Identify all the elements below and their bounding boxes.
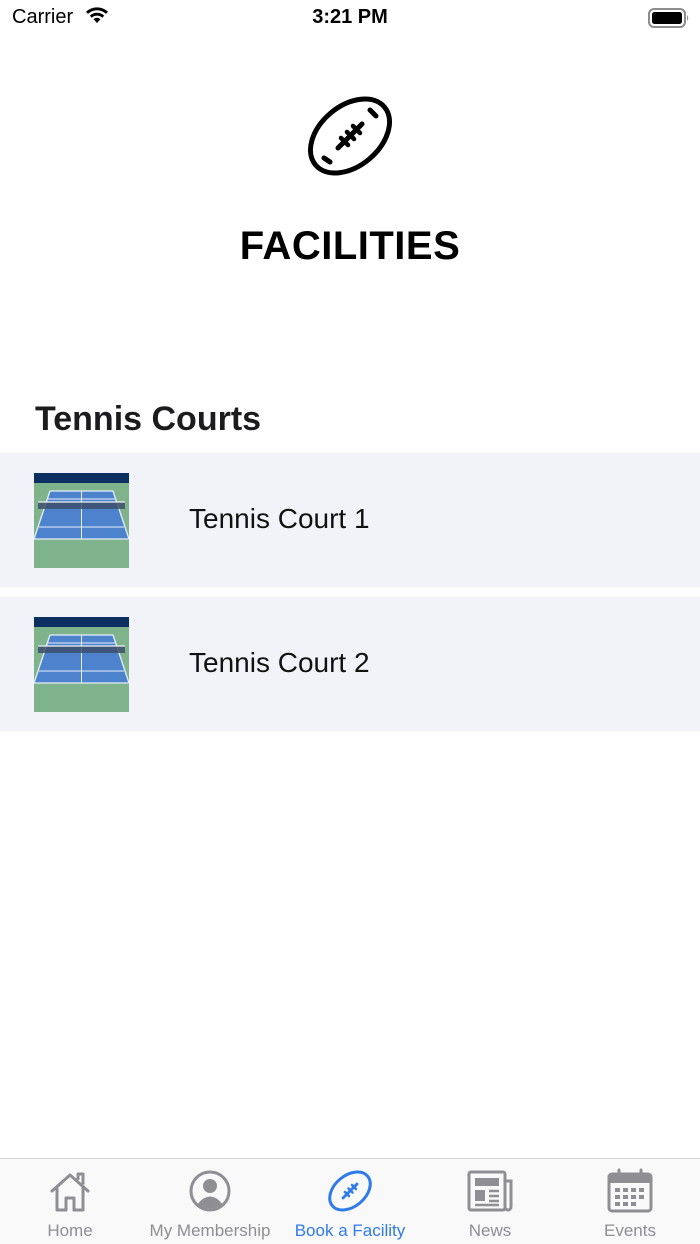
newspaper-icon — [467, 1170, 513, 1212]
page-title: FACILITIES — [239, 224, 461, 268]
tab-my-membership[interactable]: My Membership — [140, 1159, 280, 1244]
tab-label: News — [468, 1221, 512, 1240]
facility-name: Tennis Court 1 — [189, 503, 370, 534]
home-icon — [50, 1172, 90, 1212]
tab-events[interactable]: Events — [560, 1159, 700, 1244]
facility-list: Tennis Court 1 Tennis Court 2 — [0, 453, 700, 741]
football-icon — [308, 96, 392, 176]
battery-icon — [648, 8, 689, 28]
facility-row-tennis-court-1[interactable]: Tennis Court 1 — [0, 453, 700, 587]
calendar-icon — [607, 1168, 653, 1213]
tennis-court-thumbnail — [34, 617, 129, 712]
clock: 3:21 PM — [312, 6, 388, 28]
status-bar: Carrier 3:21 PM — [0, 0, 700, 40]
tab-label: Book a Facility — [294, 1221, 406, 1240]
tab-label: Home — [47, 1221, 93, 1240]
tennis-court-thumbnail — [34, 473, 129, 568]
facility-name: Tennis Court 2 — [189, 647, 370, 678]
tab-label: My Membership — [149, 1221, 271, 1240]
section-title: Tennis Courts — [35, 400, 262, 438]
facilities-screen: Carrier 3:21 PM FACILITIES Tennis Courts — [0, 0, 700, 1244]
tab-bar: Home My Membership Book a Facility News … — [0, 1158, 700, 1244]
facility-row-tennis-court-2[interactable]: Tennis Court 2 — [0, 597, 700, 731]
tab-book-a-facility[interactable]: Book a Facility — [280, 1159, 420, 1244]
profile-icon — [189, 1170, 231, 1212]
football-icon — [328, 1170, 372, 1212]
tab-home[interactable]: Home — [0, 1159, 140, 1244]
tab-news[interactable]: News — [420, 1159, 560, 1244]
tab-label: Events — [604, 1221, 656, 1240]
